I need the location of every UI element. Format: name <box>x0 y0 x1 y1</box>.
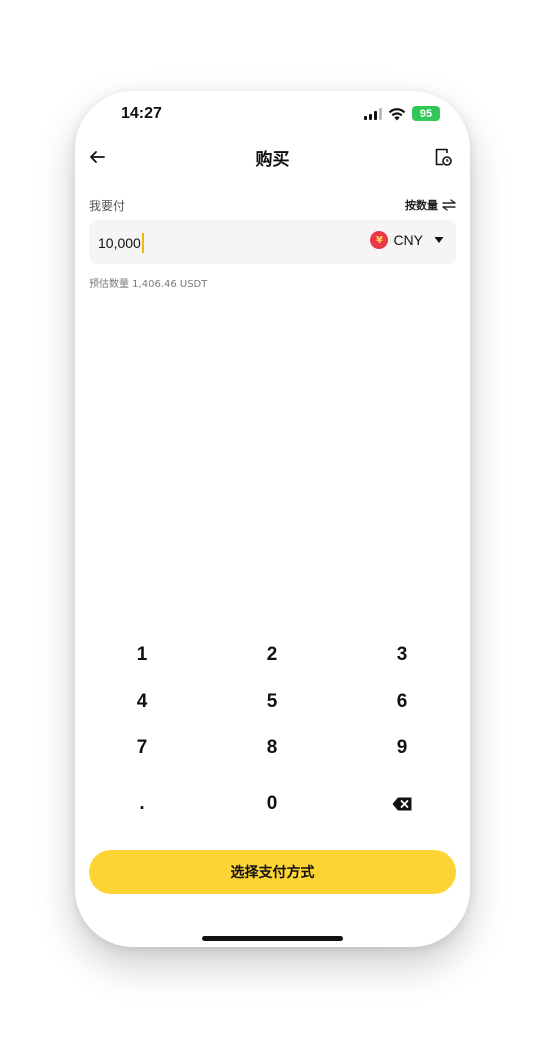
battery-indicator: 95 <box>412 106 440 121</box>
home-indicator <box>202 936 343 941</box>
key-3[interactable]: 3 <box>347 635 457 675</box>
amount-field[interactable]: 10,000 <box>98 233 144 253</box>
status-time: 14:27 <box>121 105 162 122</box>
by-quantity-label: 按数量 <box>405 199 438 212</box>
caret-down-icon <box>434 237 444 243</box>
nav-bar: 购买 <box>75 139 470 179</box>
page-title: 购买 <box>255 150 290 170</box>
key-5[interactable]: 5 <box>217 682 327 722</box>
order-history-icon[interactable] <box>434 147 452 167</box>
swap-icon <box>442 199 456 211</box>
phone-screen: 14:27 95 购买 我要付 按数量 10,000 ¥ CNY 预估数量 1,… <box>75 91 470 947</box>
status-bar: 14:27 95 <box>75 91 470 139</box>
amount-value: 10,000 <box>98 235 141 251</box>
wifi-icon <box>388 107 406 120</box>
select-payment-method-button[interactable]: 选择支付方式 <box>89 850 456 894</box>
status-icons: 95 <box>364 106 440 121</box>
key-7[interactable]: 7 <box>87 728 197 768</box>
by-quantity-toggle[interactable]: 按数量 <box>405 197 456 213</box>
currency-selector[interactable]: ¥ CNY <box>370 231 444 249</box>
cny-coin-icon: ¥ <box>370 231 389 249</box>
key-1[interactable]: 1 <box>87 635 197 675</box>
cellular-signal-icon <box>364 107 382 120</box>
key-decimal[interactable]: . <box>87 784 197 824</box>
key-9[interactable]: 9 <box>347 728 457 768</box>
key-6[interactable]: 6 <box>347 682 457 722</box>
pay-label: 我要付 <box>89 199 126 213</box>
key-4[interactable]: 4 <box>87 682 197 722</box>
currency-code: CNY <box>393 232 423 248</box>
key-backspace[interactable] <box>347 784 457 824</box>
estimated-quantity: 预估数量 1,406.46 USDT <box>89 279 208 290</box>
text-cursor <box>141 233 144 253</box>
key-0[interactable]: 0 <box>217 784 327 824</box>
key-8[interactable]: 8 <box>217 728 327 768</box>
key-2[interactable]: 2 <box>217 635 327 675</box>
backspace-icon <box>392 797 412 811</box>
amount-input[interactable]: 10,000 ¥ CNY <box>89 220 456 264</box>
